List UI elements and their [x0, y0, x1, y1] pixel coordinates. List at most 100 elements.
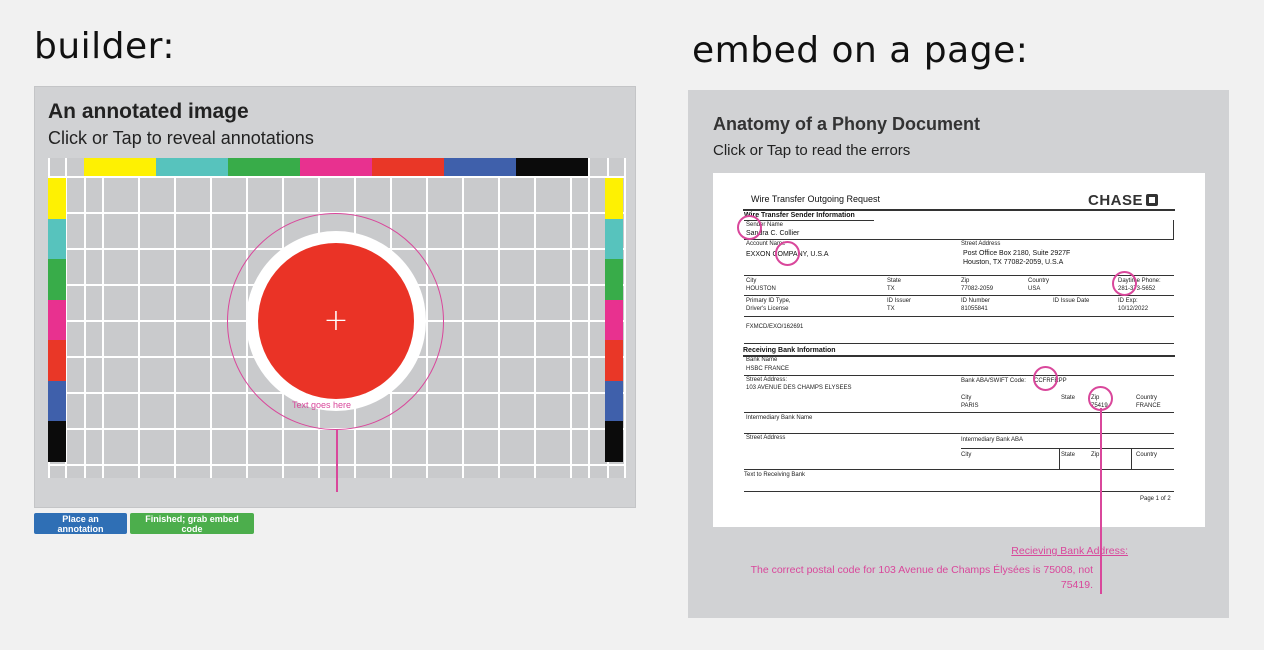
doc-label: City [961, 452, 972, 458]
doc-label: Country [1136, 395, 1158, 401]
doc-value: Houston, TX 77082-2059, U.S.A [963, 259, 1064, 266]
doc-page-number: Page 1 of 2 [1140, 496, 1171, 502]
doc-label: ID Issuer [887, 298, 912, 304]
doc-value: HOUSTON [746, 286, 776, 292]
grid-line [174, 158, 176, 478]
color-bar-top [156, 158, 228, 176]
doc-label: ID Number [961, 298, 991, 304]
doc-label: City [961, 395, 972, 401]
doc-label: Country [1136, 452, 1158, 458]
color-bar-top [372, 158, 444, 176]
annotation-marker[interactable] [1033, 366, 1058, 391]
doc-value: 81055841 [961, 306, 988, 312]
embed-title: Anatomy of a Phony Document [713, 114, 981, 134]
doc-label: Country [1028, 278, 1050, 284]
color-bar-right [605, 218, 623, 259]
doc-sender-section: Wire Transfer Sender Information [744, 212, 855, 219]
annotation-body: The correct postal code for 103 Avenue d… [750, 564, 1093, 591]
doc-value: FXMCD/EXO/162691 [746, 324, 804, 330]
annotation-marker[interactable] [1112, 271, 1137, 296]
color-bar-top [228, 158, 300, 176]
color-bar-right [605, 421, 623, 462]
grid-line [534, 158, 536, 478]
doc-value: 77082-2059 [961, 286, 994, 292]
doc-label: City [746, 278, 757, 284]
doc-label: ID Issue Date [1053, 298, 1090, 304]
embed-heading: embed on a page: [692, 30, 1029, 71]
color-bar-right [605, 380, 623, 421]
color-bar-left [48, 380, 66, 421]
color-bar-right [605, 178, 623, 219]
doc-value: 103 AVENUE DES CHAMPS ELYSEES [746, 385, 852, 391]
grid-line [48, 176, 625, 178]
doc-value: TX [887, 286, 895, 292]
doc-label: Bank Name [746, 357, 778, 363]
color-bar-left [48, 299, 66, 340]
chase-logo: CHASE [1088, 192, 1159, 209]
doc-value: PARIS [961, 403, 979, 409]
doc-label: Zip [1091, 452, 1100, 458]
embed-panel: Anatomy of a Phony Document Click or Tap… [688, 90, 1229, 618]
color-bar-left [48, 178, 66, 219]
document-image[interactable]: Wire Transfer Outgoing Request CHASE Wir… [713, 173, 1205, 527]
color-bar-right [605, 299, 623, 340]
doc-label: State [1061, 395, 1076, 401]
grid-line [570, 158, 572, 478]
grid-line [138, 158, 140, 478]
place-annotation-button[interactable]: Place an annotation [34, 513, 127, 534]
doc-value: USA [1028, 286, 1041, 292]
color-bar-top [444, 158, 516, 176]
builder-panel: An annotated image Click or Tap to revea… [34, 86, 636, 508]
doc-label: State [887, 278, 902, 284]
color-bar-top [84, 158, 156, 176]
plus-icon: + [323, 303, 349, 338]
chase-logo-icon [1146, 194, 1159, 206]
doc-label: Intermediary Bank ABA [961, 437, 1024, 443]
color-bar-left [48, 340, 66, 381]
doc-value: Driver's License [746, 306, 789, 312]
annotation-marker[interactable]: + [258, 243, 414, 399]
annotation-title: Recieving Bank Address: [1011, 545, 1128, 557]
doc-value: TX [887, 306, 895, 312]
color-bar-top [516, 158, 588, 176]
annotation-marker[interactable] [737, 215, 762, 240]
doc-label: Text to Receiving Bank [744, 472, 806, 478]
color-bar-left [48, 259, 66, 300]
doc-label: Street Address [746, 435, 786, 441]
doc-label: State [1061, 452, 1076, 458]
grab-embed-code-button[interactable]: Finished; grab embed code [130, 513, 254, 534]
builder-title: An annotated image [48, 100, 249, 123]
doc-label: Primary ID Type, [746, 298, 791, 304]
doc-title: Wire Transfer Outgoing Request [751, 194, 881, 204]
doc-label: Zip [961, 278, 970, 284]
embed-subtitle: Click or Tap to read the errors [713, 142, 911, 159]
doc-value: HSBC FRANCE [746, 366, 790, 372]
doc-label: Street Address [961, 241, 1001, 247]
annotated-image[interactable]: + [48, 158, 626, 492]
annotation-text[interactable]: Text goes here [292, 400, 351, 410]
grid-line [498, 158, 500, 478]
builder-heading: builder: [34, 26, 175, 67]
grid-line [84, 158, 86, 478]
doc-receiving-section: Receiving Bank Information [743, 347, 836, 354]
color-bar-top [300, 158, 372, 176]
annotation-leader-line [336, 429, 338, 492]
color-bar-right [605, 259, 623, 300]
doc-label: Street Address: [746, 377, 788, 383]
grid-line [588, 158, 590, 478]
doc-label: Bank ABA/SWIFT Code: [961, 378, 1026, 384]
grid-line [462, 158, 464, 478]
color-bar-left [48, 218, 66, 259]
annotation-leader-line [1100, 408, 1102, 594]
doc-label: ID Exp: [1118, 298, 1138, 304]
doc-value: FRANCE [1136, 403, 1161, 409]
doc-value: 10/12/2022 [1118, 306, 1149, 312]
grid-line [102, 158, 104, 478]
doc-value: Post Office Box 2180, Suite 2927F [963, 250, 1071, 257]
grid-line [624, 158, 626, 478]
builder-subtitle: Click or Tap to reveal annotations [48, 128, 314, 148]
color-bar-left [48, 421, 66, 462]
doc-label: Intermediary Bank Name [746, 415, 813, 421]
grid-line [210, 158, 212, 478]
annotation-marker[interactable] [775, 241, 800, 266]
